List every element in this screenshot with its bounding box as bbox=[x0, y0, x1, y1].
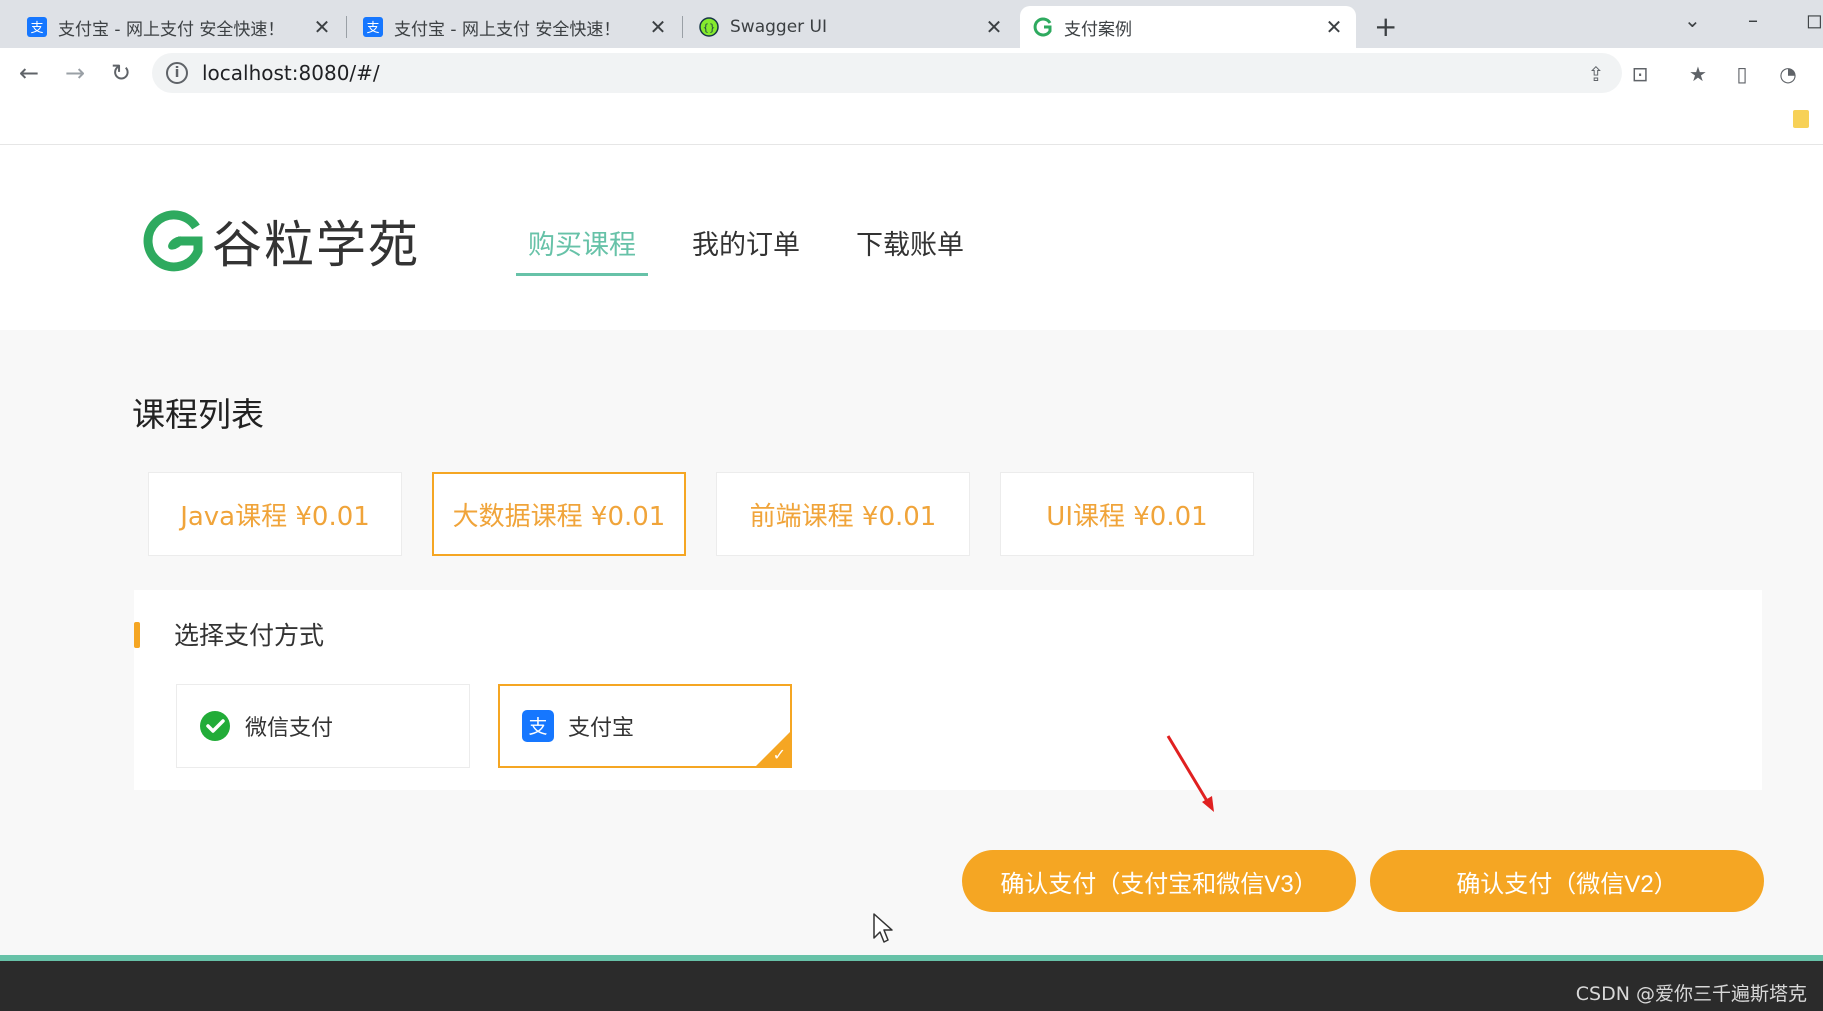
watermark-text: CSDN @爱你三千遍斯塔克 bbox=[1575, 983, 1807, 1005]
pay-option-wechat[interactable]: 微信支付 bbox=[176, 684, 470, 768]
confirm-pay-v3-button[interactable]: 确认支付（支付宝和微信V3） bbox=[962, 850, 1356, 912]
pay-option-label: 支付宝 bbox=[568, 716, 635, 741]
alipay-icon: 支 bbox=[522, 710, 554, 742]
swagger-icon: {} bbox=[698, 16, 720, 38]
site-header: 谷粒学苑 购买课程 我的订单 下载账单 bbox=[0, 145, 1823, 330]
address-bar[interactable]: i localhost:8080/#/ bbox=[152, 53, 1622, 93]
back-arrow-icon[interactable]: ← bbox=[12, 56, 46, 90]
browser-tab-2[interactable]: 支 支付宝 - 网上支付 安全快速！ ✕ bbox=[350, 6, 680, 48]
forward-arrow-icon[interactable]: → bbox=[58, 56, 92, 90]
svg-text:支: 支 bbox=[366, 21, 379, 36]
nav-my-orders[interactable]: 我的订单 bbox=[692, 223, 800, 276]
close-icon[interactable]: ✕ bbox=[984, 15, 1004, 39]
folder-icon[interactable] bbox=[1793, 110, 1809, 128]
browser-tab-strip: 支 支付宝 - 网上支付 安全快速！ ✕ 支 支付宝 - 网上支付 安全快速！ … bbox=[0, 0, 1823, 48]
browser-toolbar: ← → ↻ i localhost:8080/#/ ⇪ ⊡ ★ ▯ ◔ bbox=[0, 48, 1823, 98]
svg-text:支: 支 bbox=[30, 21, 43, 36]
wechat-pay-icon bbox=[200, 711, 230, 741]
course-card-ui[interactable]: UI课程 ¥0.01 bbox=[1000, 472, 1254, 556]
mouse-cursor-icon bbox=[873, 913, 893, 943]
main-nav: 购买课程 我的订单 下载账单 bbox=[516, 223, 1020, 276]
logo-text: 谷粒学苑 bbox=[212, 216, 420, 274]
extension-icon[interactable]: ⊡ bbox=[1628, 62, 1652, 86]
tab-title: 支付宝 - 网上支付 安全快速！ bbox=[58, 19, 285, 40]
reload-icon[interactable]: ↻ bbox=[104, 56, 138, 90]
confirm-pay-v2-button[interactable]: 确认支付（微信V2） bbox=[1370, 850, 1764, 912]
bookmarks-bar bbox=[0, 98, 1823, 145]
annotation-arrow-icon bbox=[1166, 735, 1214, 812]
close-icon[interactable]: ✕ bbox=[648, 15, 668, 39]
pay-option-alipay[interactable]: 支 支付宝 ✓ bbox=[498, 684, 792, 768]
info-icon[interactable]: i bbox=[166, 62, 188, 84]
share-icon[interactable]: ⇪ bbox=[1584, 62, 1608, 86]
svg-text:{}: {} bbox=[703, 23, 716, 34]
profile-icon[interactable]: ◔ bbox=[1776, 62, 1800, 86]
tab-search-icon[interactable]: ⌄ bbox=[1684, 8, 1701, 32]
alipay-icon: 支 bbox=[26, 16, 48, 38]
alipay-icon: 支 bbox=[362, 16, 384, 38]
page-footer: CSDN @爱你三千遍斯塔克 bbox=[0, 961, 1823, 1011]
tab-title: Swagger UI bbox=[730, 17, 828, 37]
svg-text:支: 支 bbox=[528, 716, 547, 738]
pay-option-label: 微信支付 bbox=[245, 716, 334, 741]
bookmark-star-icon[interactable]: ★ bbox=[1686, 62, 1710, 86]
browser-tab-4[interactable]: 支付案例 ✕ bbox=[1020, 6, 1356, 48]
url-text: localhost:8080/#/ bbox=[202, 61, 380, 85]
payment-method-panel: 选择支付方式 微信支付 支 支付宝 ✓ bbox=[134, 590, 1762, 790]
course-list-title: 课程列表 bbox=[132, 395, 264, 434]
side-panel-icon[interactable]: ▯ bbox=[1730, 62, 1754, 86]
tab-title: 支付宝 - 网上支付 安全快速！ bbox=[394, 19, 621, 40]
section-accent-bar bbox=[134, 622, 140, 648]
close-icon[interactable]: ✕ bbox=[1324, 15, 1344, 39]
restore-icon[interactable]: ◻ bbox=[1806, 8, 1823, 32]
guli-logo-icon bbox=[143, 210, 203, 272]
course-card-java[interactable]: Java课程 ¥0.01 bbox=[148, 472, 402, 556]
course-card-frontend[interactable]: 前端课程 ¥0.01 bbox=[716, 472, 970, 556]
browser-tab-3[interactable]: {} Swagger UI ✕ bbox=[686, 6, 1016, 48]
course-card-bigdata[interactable]: 大数据课程 ¥0.01 bbox=[432, 472, 686, 556]
guli-logo-icon bbox=[1032, 16, 1054, 38]
new-tab-button[interactable]: + bbox=[1374, 10, 1397, 43]
tab-separator bbox=[346, 16, 347, 38]
check-icon: ✓ bbox=[772, 745, 786, 764]
close-icon[interactable]: ✕ bbox=[312, 15, 332, 39]
tab-title: 支付案例 bbox=[1064, 19, 1132, 40]
tab-separator bbox=[682, 16, 683, 38]
browser-tab-1[interactable]: 支 支付宝 - 网上支付 安全快速！ ✕ bbox=[14, 6, 344, 48]
nav-download-bill[interactable]: 下载账单 bbox=[856, 223, 964, 276]
payment-method-title: 选择支付方式 bbox=[174, 621, 325, 650]
nav-buy-courses[interactable]: 购买课程 bbox=[516, 223, 648, 276]
main-content: 课程列表 Java课程 ¥0.01 大数据课程 ¥0.01 前端课程 ¥0.01… bbox=[0, 330, 1823, 955]
site-logo[interactable]: 谷粒学苑 bbox=[142, 205, 420, 277]
minimize-icon[interactable]: – bbox=[1748, 8, 1758, 32]
